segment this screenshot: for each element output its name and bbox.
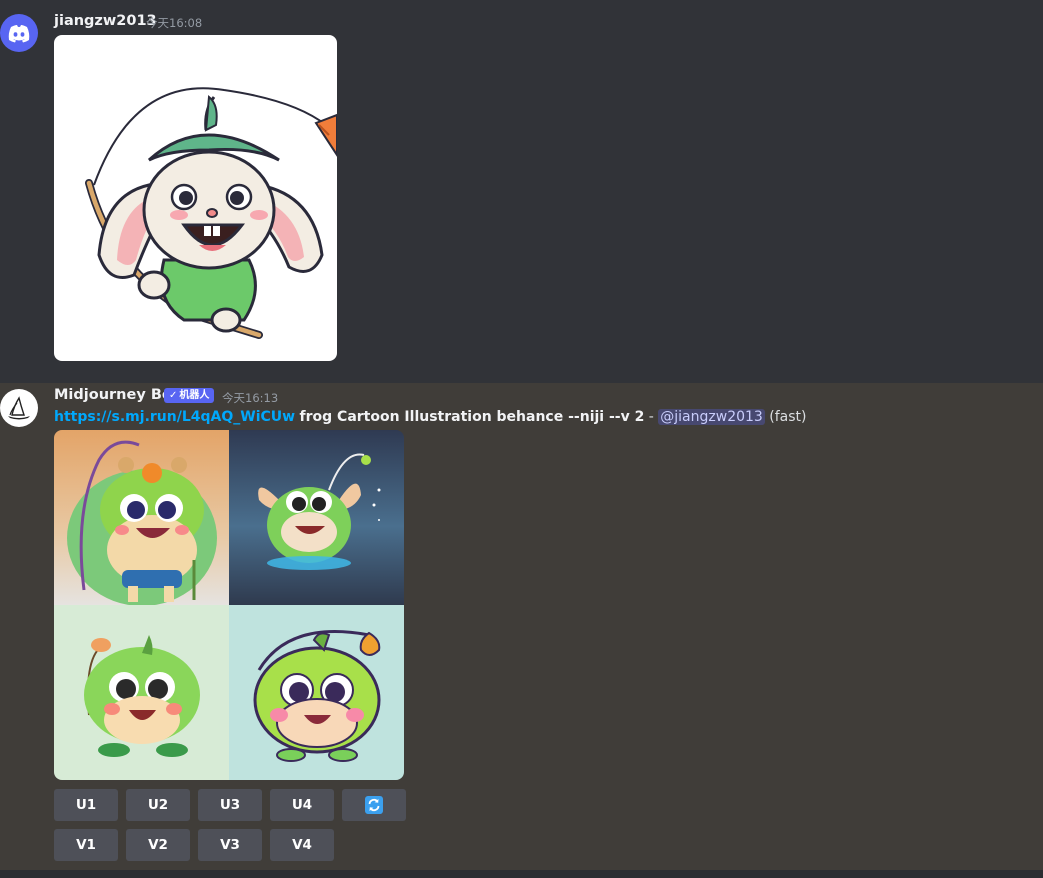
discord-logo-icon <box>8 25 30 43</box>
image-grid[interactable] <box>54 430 404 780</box>
timestamp: 今天16:13 <box>222 391 279 405</box>
grid-image-4[interactable] <box>229 605 404 780</box>
author-name[interactable]: jiangzw2013 <box>54 13 157 29</box>
upscale-4-button[interactable]: U4 <box>270 789 334 821</box>
user-avatar[interactable] <box>0 14 38 52</box>
separator: - <box>644 409 659 425</box>
variation-3-button[interactable]: V3 <box>198 829 262 861</box>
variation-2-button[interactable]: V2 <box>126 829 190 861</box>
reroll-icon <box>365 796 383 814</box>
author-name[interactable]: Midjourney Bot <box>54 387 179 403</box>
bot-avatar[interactable] <box>0 389 38 427</box>
timestamp: 今天16:08 <box>146 16 203 30</box>
variation-4-button[interactable]: V4 <box>270 829 334 861</box>
prompt-link[interactable]: https://s.mj.run/L4qAQ_WiCUw <box>54 409 295 425</box>
prompt-text: frog Cartoon Illustration behance --niji… <box>299 409 645 425</box>
speed-label: (fast) <box>769 409 807 425</box>
bot-badge: ✓ 机器人 <box>164 388 215 403</box>
message-content: https://s.mj.run/L4qAQ_WiCUw frog Cartoo… <box>54 409 807 425</box>
upscale-1-button[interactable]: U1 <box>54 789 118 821</box>
variation-1-button[interactable]: V1 <box>54 829 118 861</box>
midjourney-sailboat-icon <box>8 396 30 420</box>
message-jiangzw2013: jiangzw2013 今天16:08 <box>0 0 1043 383</box>
grid-image-1[interactable] <box>54 430 229 605</box>
attachment-image-rabbit[interactable] <box>54 35 337 361</box>
verified-check-icon: ✓ <box>169 390 178 401</box>
bot-badge-label: 机器人 <box>179 390 210 401</box>
reroll-button[interactable] <box>342 789 406 821</box>
grid-image-2[interactable] <box>229 430 404 605</box>
footer-divider <box>0 870 1043 878</box>
grid-image-3[interactable] <box>54 605 229 780</box>
user-mention[interactable]: @jiangzw2013 <box>658 409 765 425</box>
upscale-2-button[interactable]: U2 <box>126 789 190 821</box>
upscale-3-button[interactable]: U3 <box>198 789 262 821</box>
message-midjourney-bot: Midjourney Bot ✓ 机器人 今天16:13 https://s.mj… <box>0 383 1043 870</box>
